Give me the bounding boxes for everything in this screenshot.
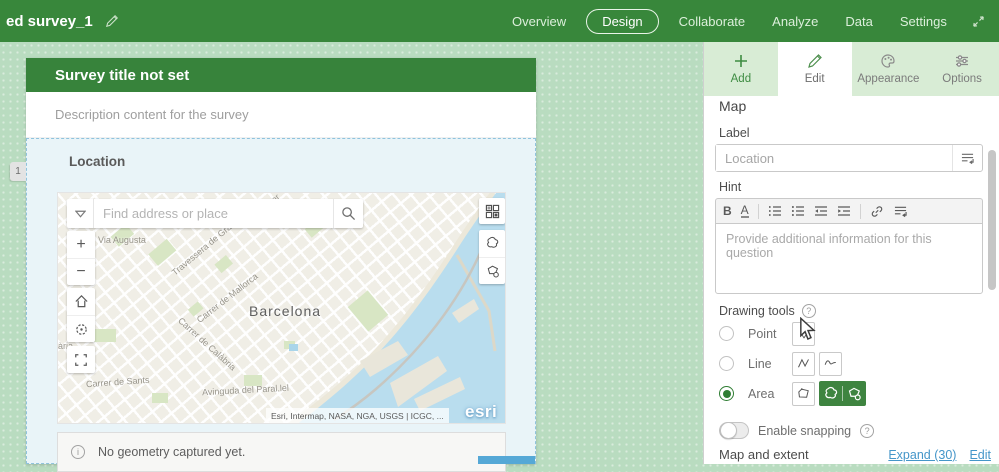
select-area-icon: [848, 387, 861, 400]
survey123-designer: { "colors": { "topbar_green": "#38873b",…: [0, 0, 999, 472]
question-label: Location: [69, 154, 126, 169]
link-icon[interactable]: [870, 205, 884, 218]
survey-description-text: Description content for the survey: [55, 107, 249, 122]
palette-icon: [881, 54, 895, 68]
drawing-tools-point-row: Point: [719, 321, 989, 346]
help-icon[interactable]: ?: [801, 304, 816, 318]
geometry-status-text: No geometry captured yet.: [98, 445, 246, 459]
bold-icon[interactable]: B: [723, 204, 732, 218]
basemap-gallery-icon[interactable]: [479, 198, 505, 224]
map-sketch-tools: [479, 230, 505, 284]
text-color-icon[interactable]: A: [740, 204, 749, 218]
tab-appearance[interactable]: Appearance: [851, 42, 926, 96]
label-input[interactable]: [716, 145, 952, 171]
locate-icon[interactable]: [67, 315, 95, 342]
nav-data[interactable]: Data: [838, 10, 879, 33]
street-label: Via Augusta: [98, 235, 146, 245]
geometry-status-bar: i No geometry captured yet.: [57, 432, 506, 472]
city-label: Barcelona: [249, 303, 322, 319]
multiline-edit-icon[interactable]: [952, 145, 982, 171]
zoom-out-button[interactable]: −: [67, 258, 95, 285]
area-selected-tools[interactable]: [819, 381, 866, 406]
map-widget[interactable]: Via Augusta Travessera de Gràcia Carrer …: [57, 192, 506, 424]
editor-panel: Add Edit Appearance Options Map Label Hi…: [703, 42, 999, 464]
outdent-icon[interactable]: [814, 205, 828, 217]
enable-snapping-toggle[interactable]: [719, 422, 749, 439]
mouse-cursor: [799, 317, 816, 341]
pencil-icon: [807, 54, 822, 68]
panel-scrollbar[interactable]: [988, 98, 996, 464]
unordered-list-icon[interactable]: [791, 205, 805, 217]
toolbar-divider: [757, 203, 759, 219]
collapse-icon[interactable]: [971, 14, 986, 29]
map-search-box: [67, 199, 363, 228]
drawing-tools-heading: Drawing tools ?: [719, 304, 816, 318]
polygon-icon[interactable]: [792, 381, 815, 406]
plus-icon: [734, 55, 747, 67]
map-search-input[interactable]: [94, 199, 333, 228]
snapping-label: Enable snapping: [758, 423, 852, 438]
search-icon[interactable]: [333, 199, 363, 228]
hint-textarea[interactable]: [715, 223, 983, 294]
area-radio[interactable]: [719, 386, 734, 401]
nav-design[interactable]: Design: [586, 8, 659, 34]
help-icon[interactable]: ?: [860, 423, 875, 438]
zoom-controls: + −: [67, 231, 95, 285]
hint-field-label: Hint: [719, 180, 742, 194]
tab-options[interactable]: Options: [925, 42, 999, 96]
question-number-badge: 1: [10, 162, 26, 181]
survey-header-title: Survey title not set: [55, 66, 190, 84]
expand-link[interactable]: Expand (30): [888, 448, 956, 462]
search-source-dropdown[interactable]: [67, 199, 94, 228]
toolbar-divider: [859, 203, 861, 219]
ordered-list-icon[interactable]: [768, 205, 782, 217]
hint-rich-text-toolbar: B A: [715, 198, 983, 223]
select-area-icon[interactable]: [479, 257, 505, 284]
nav-settings[interactable]: Settings: [893, 10, 954, 33]
snapping-row: Enable snapping ?: [719, 422, 875, 439]
nav-overview[interactable]: Overview: [505, 10, 573, 33]
topbar: ed survey_1 Overview Design Collaborate …: [0, 0, 999, 42]
drawing-tools-line-row: Line: [719, 351, 989, 376]
nav-collaborate[interactable]: Collaborate: [672, 10, 753, 33]
label-input-wrap: [715, 144, 983, 172]
sliders-icon: [956, 55, 969, 67]
panel-tabs: Add Edit Appearance Options: [704, 42, 999, 96]
survey-title: ed survey_1: [6, 12, 93, 30]
multiline-edit-icon[interactable]: [893, 205, 908, 218]
info-icon: i: [71, 445, 85, 459]
indent-icon[interactable]: [837, 205, 851, 217]
esri-logo: esri: [465, 402, 498, 421]
map-question-card[interactable]: Location Via Augusta Travessera de Gràci…: [26, 138, 536, 472]
home-icon[interactable]: [67, 288, 95, 315]
freehand-area-icon[interactable]: [479, 230, 505, 257]
map-extent-row: Map and extent Expand (30) Edit: [719, 447, 991, 462]
fullscreen-icon[interactable]: [67, 346, 95, 373]
nav-analyze[interactable]: Analyze: [765, 10, 825, 33]
map-nav-controls: [67, 288, 95, 342]
top-navigation: Overview Design Collaborate Analyze Data…: [505, 0, 986, 42]
tab-edit[interactable]: Edit: [777, 42, 852, 96]
survey-preview-card: Survey title not set Description content…: [26, 58, 536, 472]
panel-heading: Map: [719, 98, 747, 114]
freehand-line-icon[interactable]: [819, 351, 842, 376]
scrollbar-thumb[interactable]: [988, 150, 996, 290]
survey-description[interactable]: Description content for the survey: [26, 92, 536, 138]
tab-add[interactable]: Add: [704, 42, 778, 96]
label-field-label: Label: [719, 126, 750, 140]
survey-header[interactable]: Survey title not set: [26, 58, 536, 92]
edit-title-pencil-icon[interactable]: [105, 14, 119, 28]
drawing-tools-area-row: Area: [719, 381, 989, 406]
bottom-blue-strip: [478, 456, 535, 464]
line-radio[interactable]: [719, 356, 734, 371]
zoom-in-button[interactable]: +: [67, 231, 95, 258]
map-extent-label: Map and extent: [719, 447, 809, 462]
point-radio[interactable]: [719, 326, 734, 341]
tool-divider: [842, 386, 843, 401]
polyline-icon[interactable]: [792, 351, 815, 376]
map-attribution: Esri, Intermap, NASA, NGA, USGS | ICGC, …: [266, 408, 449, 423]
freehand-area-icon: [825, 386, 838, 399]
